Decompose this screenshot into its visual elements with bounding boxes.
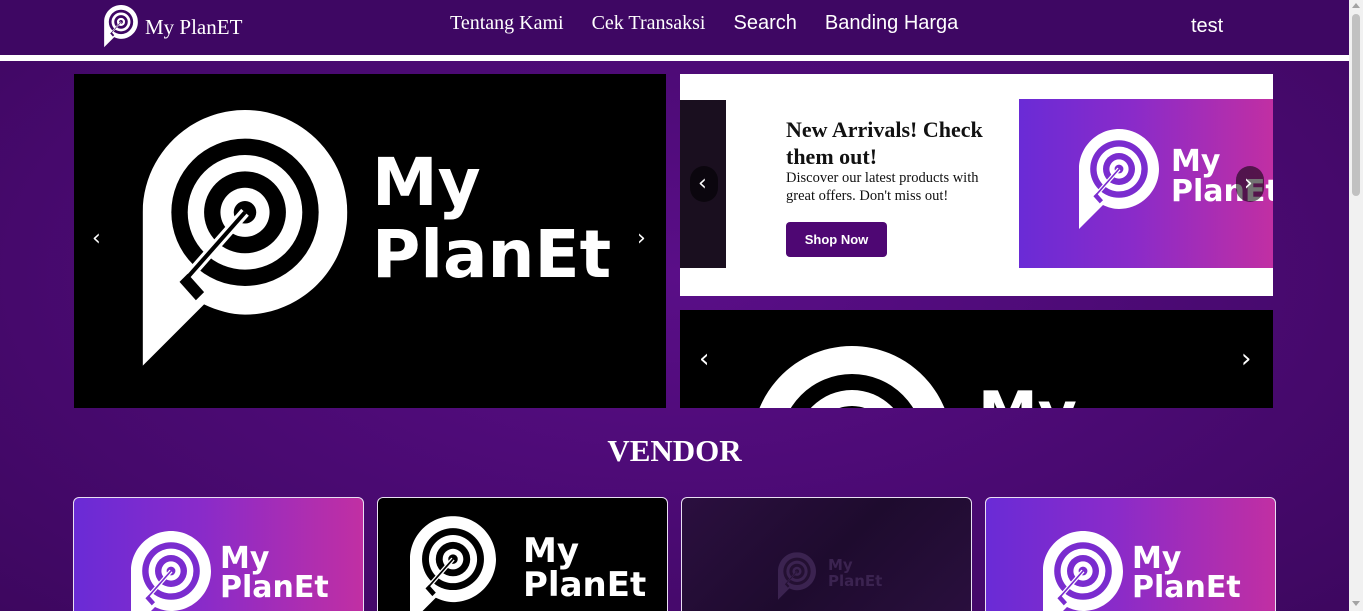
vendor-card-line1: My: [523, 531, 579, 571]
myplanet-logo-icon: [410, 516, 496, 611]
myplanet-logo-icon: [778, 552, 816, 602]
vendor-card[interactable]: My PlanEt: [985, 497, 1276, 611]
vendor-card-line1: My: [828, 556, 853, 574]
vendor-card-line2: PlanEt: [1132, 570, 1241, 605]
myplanet-logo-icon: [1079, 129, 1159, 233]
brand-logo-icon: [103, 5, 139, 49]
navbar: My PlanET Tentang Kami Cek Transaksi Sea…: [0, 0, 1349, 55]
vendor-heading: VENDOR: [607, 433, 742, 468]
vendor-card-line2: PlanEt: [220, 570, 329, 605]
logo-text-line2: PlanEt: [372, 216, 612, 293]
shop-now-button[interactable]: Shop Now: [786, 222, 887, 257]
chevron-left-icon[interactable]: ‹: [92, 228, 101, 250]
banner-text-line1: My: [1171, 144, 1221, 179]
nav-link-tentang-kami[interactable]: Tentang Kami: [450, 12, 564, 35]
chevron-left-icon[interactable]: ‹: [698, 173, 707, 195]
chevron-right-icon[interactable]: ›: [1244, 173, 1253, 195]
promo-banner-image: My PlanEt: [1019, 99, 1273, 268]
main-carousel: My PlanEt ‹ ›: [74, 74, 666, 408]
promo-title: New Arrivals! Check them out!: [786, 117, 983, 169]
user-menu[interactable]: test: [1191, 15, 1223, 38]
scroll-down-icon[interactable]: [1352, 601, 1360, 606]
nav-links: Tentang Kami Cek Transaksi Search Bandin…: [450, 12, 958, 35]
brand-name: My PlanET: [145, 14, 243, 39]
logo-text-line1: My: [372, 144, 481, 221]
vendor-card[interactable]: My PlanEt: [377, 497, 668, 611]
bottom-carousel: My ‹ ›: [680, 310, 1273, 408]
nav-link-banding-harga[interactable]: Banding Harga: [825, 12, 958, 35]
myplanet-logo-icon: [752, 346, 952, 408]
logo-text-line1: My: [978, 384, 1077, 408]
nav-link-search[interactable]: Search: [733, 12, 796, 35]
nav-link-cek-transaksi[interactable]: Cek Transaksi: [592, 12, 706, 35]
promo-description: Discover our latest products with great …: [786, 170, 979, 204]
vendor-card[interactable]: My PlanEt: [681, 497, 972, 611]
chevron-right-icon[interactable]: ›: [637, 228, 646, 250]
scroll-up-icon[interactable]: [1352, 3, 1360, 8]
scrollbar-thumb[interactable]: [1352, 14, 1360, 196]
myplanet-logo-icon: [140, 110, 350, 376]
chevron-right-icon[interactable]: ›: [1241, 346, 1251, 372]
vendor-card-line2: PlanEt: [523, 565, 647, 605]
page-scrollbar[interactable]: [1349, 0, 1363, 611]
promo-carousel: ‹ New Arrivals! Check them out! Discover…: [680, 74, 1273, 296]
vendor-card-line2: PlanEt: [828, 572, 883, 590]
chevron-left-icon[interactable]: ‹: [699, 346, 709, 372]
navbar-divider: [0, 55, 1349, 61]
brand-link[interactable]: My PlanET: [103, 5, 242, 49]
myplanet-logo-icon: [131, 531, 211, 611]
vendor-card[interactable]: My PlanEt: [73, 497, 364, 611]
myplanet-logo-icon: [1043, 531, 1123, 611]
